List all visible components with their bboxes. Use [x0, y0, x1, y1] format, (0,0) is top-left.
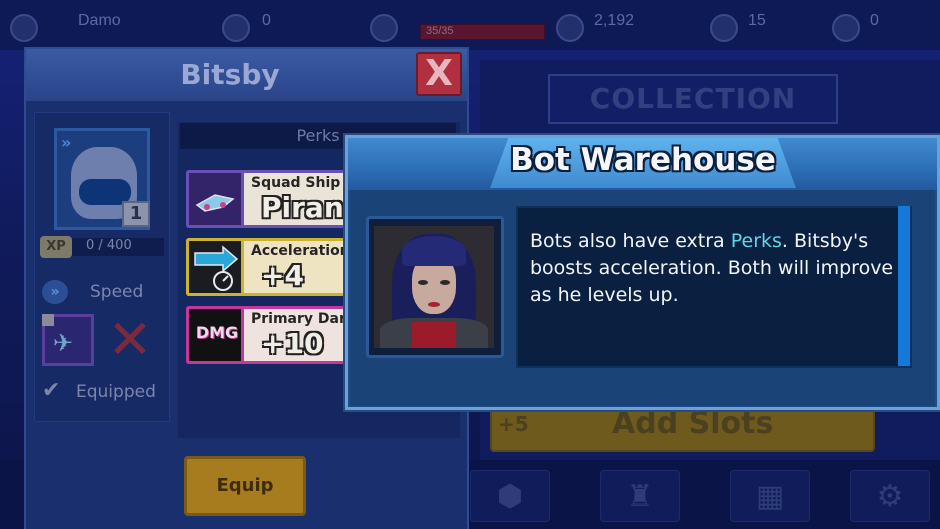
robot-icon[interactable]: ♜	[600, 470, 680, 522]
squad-ship-slot[interactable]: ✈	[42, 314, 94, 366]
gem-icon	[556, 14, 584, 42]
ticket-count: 0	[870, 12, 879, 29]
equipped-label: Equipped	[76, 382, 156, 402]
slot-tag-icon	[42, 314, 54, 326]
trophy-icon	[222, 14, 250, 42]
gear-icon[interactable]: ⚙	[850, 470, 930, 522]
ticket-icon	[832, 14, 860, 42]
message-text-start: Bots also have extra	[530, 230, 731, 252]
damage-icon: DMG	[186, 306, 244, 364]
collection-title: COLLECTION	[548, 74, 838, 124]
double-chevron-icon: »	[61, 133, 72, 152]
player-avatar[interactable]	[10, 14, 38, 42]
gem-count: 2,192	[594, 12, 635, 29]
xp-value: 0 / 400	[86, 238, 132, 253]
perk-title: Primary Dar	[251, 311, 346, 327]
popup-title: Bot Warehouse	[510, 142, 776, 178]
stat-label: Speed	[90, 282, 144, 302]
equip-button[interactable]: Equip	[184, 456, 306, 516]
double-chevron-icon: »	[42, 280, 68, 304]
guide-eye	[418, 280, 428, 285]
hp-text: 35/35	[426, 25, 454, 37]
player-name: Damo	[78, 12, 121, 29]
hex-tiles-icon[interactable]: ⬢	[470, 470, 550, 522]
add-slots-label: Add Slots	[612, 406, 774, 441]
message-highlight: Perks	[730, 230, 782, 252]
ship-icon	[186, 170, 244, 228]
gift-icon[interactable]: ▦	[730, 470, 810, 522]
token-icon	[710, 14, 738, 42]
guide-avatar	[374, 226, 494, 348]
perk-title: Squad Ship	[251, 175, 341, 191]
damage-icon-label: DMG	[195, 323, 239, 342]
perk-title: Acceleration	[251, 243, 350, 259]
perk-value: +10	[261, 327, 324, 360]
guide-bangs	[402, 236, 466, 266]
ship-icon	[370, 14, 398, 42]
guide-chest	[412, 322, 456, 348]
check-icon: ✔	[42, 378, 61, 403]
top-bar: Damo 0 35/35 2,192 15 0	[0, 0, 940, 50]
unavailable-x-icon: ✕	[107, 308, 153, 371]
guide-eye	[440, 280, 450, 285]
add-slots-prefix: +5	[498, 412, 529, 436]
ship-icon: ✈	[53, 329, 74, 357]
popup-message[interactable]: Bots also have extra Perks. Bitsby's boo…	[530, 228, 900, 309]
close-button[interactable]: X	[416, 52, 462, 96]
guide-lips	[428, 302, 440, 307]
empty-slot[interactable]: ✕	[104, 310, 156, 370]
perk-value: +4	[261, 259, 304, 292]
xp-icon: XP	[40, 236, 72, 258]
close-icon: X	[425, 53, 453, 94]
trophy-count: 0	[262, 12, 271, 29]
equip-label: Equip	[216, 475, 274, 496]
token-count: 15	[748, 12, 766, 29]
acceleration-icon	[186, 238, 244, 296]
level-badge: 1	[122, 201, 150, 227]
bot-name-title: Bitsby	[180, 58, 280, 91]
